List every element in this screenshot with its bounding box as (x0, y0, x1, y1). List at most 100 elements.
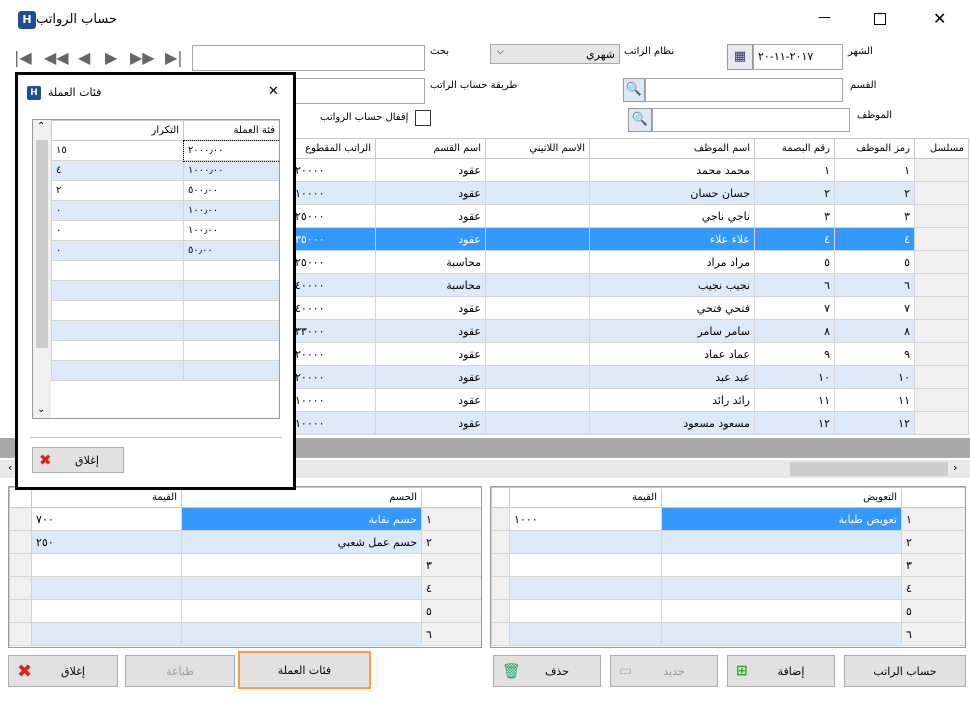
table-row[interactable]: ٢٥٠٠٠ محاسبة مراد مراد ٥ ٥ (290, 250, 969, 274)
prev-page-icon[interactable]: ◀◀ (44, 48, 69, 67)
dialog-close-button[interactable]: ✖ إغلاق (32, 447, 124, 473)
list-item[interactable] (51, 360, 279, 381)
count-cell[interactable] (51, 340, 184, 361)
close-window-button[interactable]: ✕ (933, 9, 946, 28)
row-number[interactable]: ٢ (901, 530, 965, 554)
employee-search-icon[interactable]: 🔍 (628, 108, 652, 132)
category-cell[interactable] (183, 260, 279, 281)
table-row[interactable]: ٤٠٠٠٠ عقود فتحي فتحي ٧ ٧ (290, 296, 969, 320)
salary-cell[interactable]: ٤٠٠٠٠ (290, 296, 376, 320)
table-row[interactable]: ٥ (9, 599, 481, 623)
salary-cell[interactable]: ١٠٠٠٠ (290, 411, 376, 435)
latin-name-cell[interactable] (485, 227, 590, 251)
dept-cell[interactable]: عقود (375, 296, 486, 320)
fingerprint-cell[interactable]: ٢ (754, 181, 835, 205)
dept-cell[interactable]: عقود (375, 365, 486, 389)
category-cell[interactable]: ٥٠٠٫٠٠ (183, 180, 279, 201)
ded-col-value[interactable]: القيمة (31, 487, 182, 508)
emp-code-cell[interactable]: ١١ (834, 388, 915, 412)
fingerprint-cell[interactable]: ١٢ (754, 411, 835, 435)
maximize-button[interactable] (874, 13, 886, 25)
serial-cell[interactable] (914, 365, 969, 389)
first-record-icon[interactable]: |◀ (14, 48, 32, 67)
serial-cell[interactable] (914, 296, 969, 320)
row-handle[interactable] (9, 599, 32, 623)
col-emp-name[interactable]: اسم الموظف (589, 138, 755, 159)
print-button[interactable]: طباعة (125, 655, 235, 687)
salary-cell[interactable]: ٢٠٠٠٠ (290, 342, 376, 366)
delete-button[interactable]: 🗑 حذف (493, 655, 601, 687)
ded-value-cell[interactable] (31, 576, 182, 600)
category-cell[interactable]: ١٠٠٫٠٠ (183, 200, 279, 221)
row-handle[interactable] (491, 599, 510, 623)
comp-value-cell[interactable] (509, 553, 662, 577)
dept-cell[interactable]: عقود (375, 158, 486, 182)
emp-name-cell[interactable]: رائد رائد (589, 388, 755, 412)
table-row[interactable]: ١٠٠٠٠ عقود رائد رائد ١١ ١١ (290, 388, 969, 412)
scroll-up-icon[interactable]: ⌃ (37, 121, 45, 132)
table-row[interactable]: ٤ (491, 576, 965, 600)
next-record-icon[interactable]: ▶ (105, 48, 117, 67)
department-field[interactable] (645, 78, 843, 102)
col-serial[interactable]: مسلسل (914, 138, 969, 159)
comp-name-cell[interactable] (661, 576, 902, 600)
pay-system-select[interactable]: ⌵ شهري (490, 44, 620, 64)
latin-name-cell[interactable] (485, 319, 590, 343)
latin-name-cell[interactable] (485, 296, 590, 320)
fingerprint-cell[interactable]: ٣ (754, 204, 835, 228)
dialog-vscroll[interactable]: ⌃ ⌄ (33, 120, 51, 418)
comp-col-value[interactable]: القيمة (509, 487, 662, 508)
row-number[interactable]: ٣ (901, 553, 965, 577)
emp-code-cell[interactable]: ٧ (834, 296, 915, 320)
list-item[interactable] (51, 300, 279, 321)
list-item[interactable]: ٢ ٥٠٠٫٠٠ (51, 180, 279, 201)
category-cell[interactable] (183, 280, 279, 301)
emp-name-cell[interactable]: عبد عبد (589, 365, 755, 389)
table-row[interactable]: ٦ (491, 622, 965, 646)
count-cell[interactable]: ٢ (51, 180, 184, 201)
fingerprint-cell[interactable]: ٩ (754, 342, 835, 366)
emp-name-cell[interactable]: عماد عماد (589, 342, 755, 366)
category-cell[interactable]: ٢٠٠٠٫٠٠ (182, 139, 279, 162)
table-row[interactable]: ٢٠٠٠٠ عقود محمد محمد ١ ١ (290, 158, 969, 182)
scroll-down-icon[interactable]: ⌄ (37, 404, 45, 415)
dept-cell[interactable]: عقود (375, 204, 486, 228)
ded-name-cell[interactable] (181, 599, 422, 623)
table-row[interactable]: ٦ (9, 622, 481, 646)
emp-name-cell[interactable]: مسعود مسعود (589, 411, 755, 435)
serial-cell[interactable] (914, 388, 969, 412)
row-handle[interactable] (9, 553, 32, 577)
table-row[interactable]: ٢٠٠٠٠ عقود عبد عبد ١٠ ١٠ (290, 365, 969, 389)
count-cell[interactable] (51, 300, 184, 321)
row-number[interactable]: ٦ (421, 622, 481, 646)
emp-name-cell[interactable]: ناجي ناجي (589, 204, 755, 228)
serial-cell[interactable] (914, 227, 969, 251)
category-cell[interactable]: ١٠٠٫٠٠ (183, 220, 279, 241)
serial-cell[interactable] (914, 273, 969, 297)
table-row[interactable]: ٥ (491, 599, 965, 623)
table-row[interactable]: ٢٥٠ حسم عمل شعبي ٢ (9, 530, 481, 554)
row-handle[interactable] (9, 576, 32, 600)
emp-name-cell[interactable]: علاء علاء (589, 227, 755, 251)
salary-cell[interactable]: ١٠٠٠٠ (290, 388, 376, 412)
salary-cell[interactable]: ٢٥٠٠٠ (290, 204, 376, 228)
table-row[interactable]: ٢٥٠٠٠ عقود ناجي ناجي ٣ ٣ (290, 204, 969, 228)
fingerprint-cell[interactable]: ١١ (754, 388, 835, 412)
list-item[interactable]: ٠ ١٠٠٫٠٠ (51, 220, 279, 241)
comp-value-cell[interactable] (509, 599, 662, 623)
count-cell[interactable] (51, 260, 184, 281)
list-item[interactable]: ٤ ١٠٠٠٫٠٠ (51, 160, 279, 181)
table-row[interactable]: ٢ (491, 530, 965, 554)
search-input[interactable] (192, 45, 425, 71)
table-row[interactable]: ١٠٠٠ تعويض طبابة ١ (491, 507, 965, 531)
ded-name-cell[interactable] (181, 553, 422, 577)
dept-cell[interactable]: عقود (375, 388, 486, 412)
count-cell[interactable]: ١٥ (51, 140, 184, 161)
ded-value-cell[interactable] (31, 622, 182, 646)
row-number[interactable]: ١ (901, 507, 965, 531)
fingerprint-cell[interactable]: ١ (754, 158, 835, 182)
latin-name-cell[interactable] (485, 342, 590, 366)
comp-value-cell[interactable] (509, 530, 662, 554)
count-cell[interactable] (51, 280, 184, 301)
list-item[interactable] (51, 340, 279, 361)
